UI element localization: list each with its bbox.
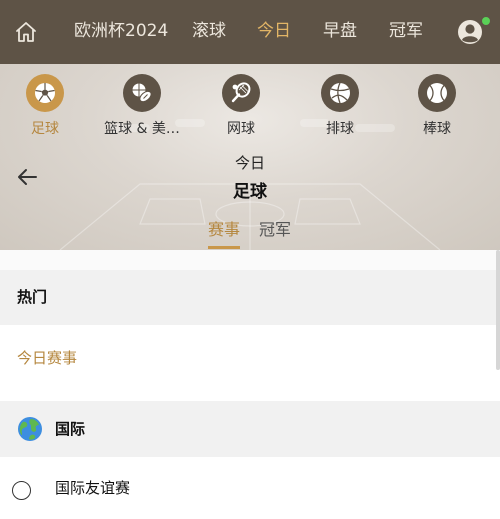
active-tab-indicator xyxy=(208,246,240,249)
sport-soccer[interactable]: 足球 xyxy=(0,74,90,138)
page-title: 足球 xyxy=(233,182,267,202)
nav-item-early[interactable]: 早盘 xyxy=(323,0,357,64)
section-international: 国际 xyxy=(0,401,500,457)
top-nav: 欧洲杯2024 滚球 今日 早盘 冠军 xyxy=(0,0,500,64)
globe-icon xyxy=(18,417,42,441)
spacer xyxy=(0,250,500,270)
tab-outrights[interactable]: 冠军 xyxy=(259,216,291,240)
nav-item-live[interactable]: 滚球 xyxy=(192,0,226,64)
tab-bar: 赛事 冠军 xyxy=(0,216,500,250)
sport-label: 网球 xyxy=(227,121,255,137)
nav-item-euro2024[interactable]: 欧洲杯2024 xyxy=(74,0,168,64)
online-status-dot xyxy=(481,16,491,26)
list-item-label: 今日赛事 xyxy=(17,349,78,367)
page-heading: 今日 足球 xyxy=(150,152,350,202)
tennis-icon xyxy=(231,82,251,103)
sport-header: 足球 篮球 & 美… 网球 排球 棒球 今日 足球 赛事 冠军 xyxy=(0,64,500,250)
radio-button[interactable] xyxy=(12,481,31,500)
section-title: 热门 xyxy=(17,288,48,306)
nav-item-today[interactable]: 今日 xyxy=(257,0,291,64)
scrollbar[interactable] xyxy=(496,250,500,370)
sport-label: 足球 xyxy=(31,121,59,137)
home-icon[interactable] xyxy=(14,20,38,44)
list-item-friendlies[interactable]: 国际友谊赛 xyxy=(0,457,500,500)
section-title: 国际 xyxy=(55,420,86,438)
sport-basketball-football[interactable]: 篮球 & 美… xyxy=(97,74,187,138)
list-item-label: 国际友谊赛 xyxy=(55,479,131,497)
section-hot: 热门 xyxy=(0,270,500,325)
nav-item-outright[interactable]: 冠军 xyxy=(389,0,423,64)
sport-volleyball[interactable]: 排球 xyxy=(295,74,385,138)
page-subtitle: 今日 xyxy=(234,154,265,172)
sport-tennis[interactable]: 网球 xyxy=(196,74,286,138)
soccer-ball-icon xyxy=(35,83,55,103)
volleyball-icon xyxy=(330,82,350,104)
baseball-icon xyxy=(427,83,447,103)
sport-baseball[interactable]: 棒球 xyxy=(392,74,482,138)
sport-label: 棒球 xyxy=(423,121,451,137)
basketball-football-icon xyxy=(132,83,152,103)
sport-label: 排球 xyxy=(326,121,354,137)
tab-matches[interactable]: 赛事 xyxy=(208,216,240,240)
list-item-today-matches[interactable]: 今日赛事 xyxy=(0,325,500,401)
back-arrow-icon[interactable] xyxy=(14,164,40,190)
sport-label: 篮球 & 美… xyxy=(104,121,180,137)
